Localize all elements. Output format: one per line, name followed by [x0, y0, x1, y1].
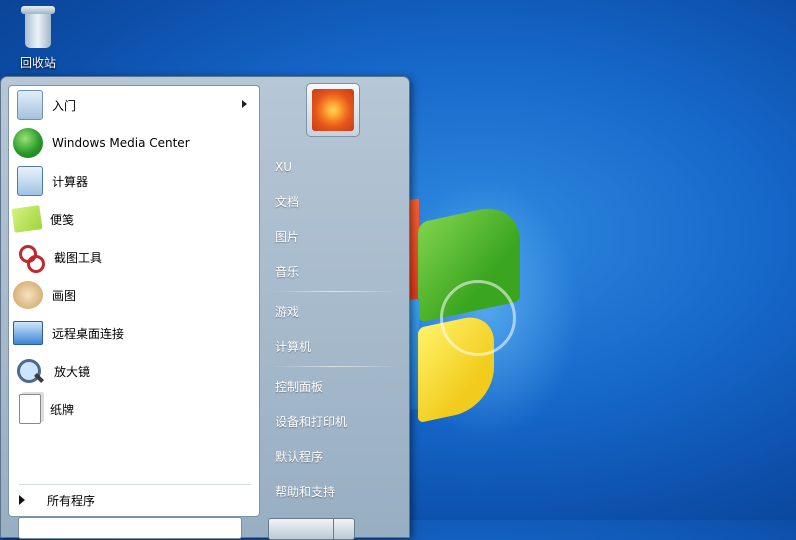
program-item-snipping-tool[interactable]: 截图工具: [9, 238, 259, 276]
program-item-solitaire[interactable]: 纸牌: [9, 390, 259, 428]
expand-triangle-icon: [19, 495, 25, 505]
all-programs-button[interactable]: 所有程序: [17, 489, 95, 511]
paint-icon: [13, 281, 43, 309]
program-item-media-center[interactable]: Windows Media Center: [9, 124, 259, 162]
right-pane-divider: [271, 366, 399, 367]
start-menu: 入门 Windows Media Center 计算器 便笺 截图工具 画图 远…: [0, 76, 410, 540]
remote-desktop-icon: [13, 321, 43, 345]
right-item-control-panel[interactable]: 控制面板: [259, 369, 407, 404]
program-label: 计算器: [52, 174, 89, 189]
right-item-help-support[interactable]: 帮助和支持: [259, 474, 407, 509]
pinned-programs-list: 入门 Windows Media Center 计算器 便笺 截图工具 画图 远…: [9, 86, 259, 428]
program-item-magnifier[interactable]: 放大镜: [9, 352, 259, 390]
calculator-icon: [17, 166, 43, 196]
right-item-default-programs[interactable]: 默认程序: [259, 439, 407, 474]
snipping-tool-icon: [13, 241, 45, 273]
shutdown-options-arrow-button[interactable]: [333, 518, 355, 540]
program-item-calculator[interactable]: 计算器: [9, 162, 259, 200]
right-item-user-folder[interactable]: XU: [259, 149, 407, 184]
shutdown-button[interactable]: [268, 518, 334, 540]
user-flower-avatar: [312, 89, 354, 131]
all-programs-label: 所有程序: [47, 493, 96, 508]
media-center-icon: [13, 128, 43, 158]
recycle-bin-shortcut[interactable]: 回收站: [12, 6, 64, 71]
program-label: 便笺: [50, 212, 75, 227]
recycle-bin-icon: [21, 6, 55, 50]
program-item-paint[interactable]: 画图: [9, 276, 259, 314]
sticky-notes-icon: [11, 205, 43, 233]
right-item-documents[interactable]: 文档: [259, 184, 407, 219]
solitaire-icon: [19, 394, 41, 424]
right-item-games[interactable]: 游戏: [259, 294, 407, 329]
recycle-bin-label: 回收站: [19, 56, 56, 70]
program-item-getting-started[interactable]: 入门: [9, 86, 259, 124]
program-label: 画图: [52, 288, 77, 303]
start-menu-left-pane: 入门 Windows Media Center 计算器 便笺 截图工具 画图 远…: [8, 85, 260, 517]
left-pane-divider: [19, 484, 251, 485]
program-label: 远程桌面连接: [52, 326, 125, 341]
program-label: 纸牌: [50, 402, 75, 417]
start-menu-right-pane: XU 文档 图片 音乐 游戏 计算机 控制面板 设备和打印机 默认程序 帮助和支…: [259, 149, 407, 509]
getting-started-icon: [17, 90, 43, 120]
user-picture[interactable]: [306, 83, 360, 137]
program-item-remote-desktop[interactable]: 远程桌面连接: [9, 314, 259, 352]
windows-logo-swirl: [440, 280, 516, 356]
right-item-music[interactable]: 音乐: [259, 254, 407, 289]
program-item-sticky-notes[interactable]: 便笺: [9, 200, 259, 238]
right-item-devices-printers[interactable]: 设备和打印机: [259, 404, 407, 439]
program-label: Windows Media Center: [52, 136, 190, 150]
right-item-computer[interactable]: 计算机: [259, 329, 407, 364]
right-pane-divider: [271, 291, 399, 292]
magnifier-icon: [13, 355, 45, 387]
submenu-arrow-icon[interactable]: [242, 100, 247, 108]
start-search-input[interactable]: [18, 517, 242, 539]
program-label: 截图工具: [54, 250, 103, 265]
program-label: 入门: [52, 98, 77, 113]
right-item-pictures[interactable]: 图片: [259, 219, 407, 254]
program-label: 放大镜: [54, 364, 91, 379]
